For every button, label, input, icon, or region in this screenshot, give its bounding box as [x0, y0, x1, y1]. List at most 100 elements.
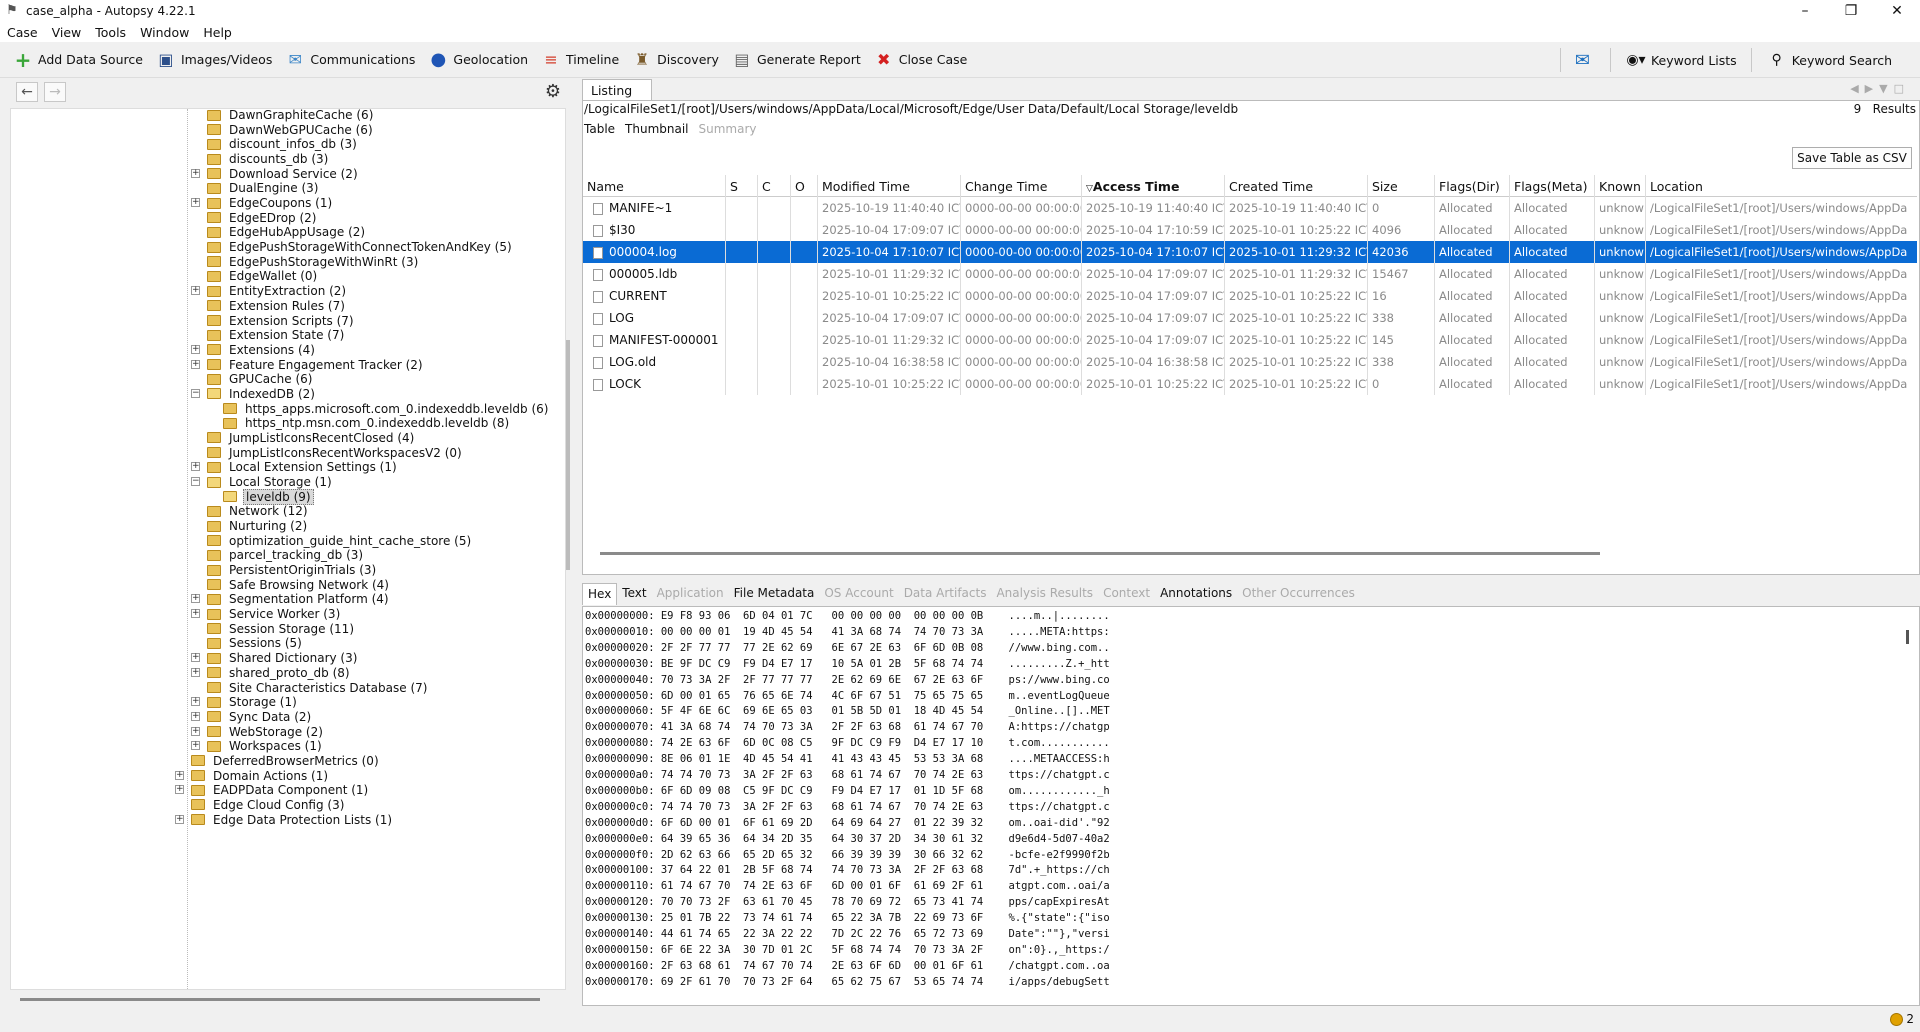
column-header-label: Known: [1599, 179, 1641, 194]
table-row[interactable]: MANIFEST-000001 2025-10-01 11:29:32 ICT 00…: [583, 329, 1917, 351]
keyword-lists-button[interactable]: ◉▾ Keyword Lists: [1625, 49, 1736, 71]
expand-icon[interactable]: +: [191, 359, 200, 369]
collapse-icon[interactable]: −: [191, 477, 200, 486]
subtab-table[interactable]: Table: [584, 122, 615, 136]
column-header[interactable]: ▽Access Time: [1082, 175, 1225, 197]
expand-icon[interactable]: +: [175, 814, 184, 824]
expand-icon[interactable]: +: [191, 462, 200, 472]
menu-view[interactable]: View: [45, 25, 89, 40]
folder-icon: [207, 535, 221, 547]
table-row[interactable]: MANIFE~1 2025-10-19 11:40:40 ICT 0000-00-0…: [583, 197, 1917, 219]
cell-text: 2025-10-01 10:25:22 ICT: [1229, 333, 1368, 347]
expand-icon[interactable]: +: [191, 653, 200, 663]
tab-file-metadata[interactable]: File Metadata: [729, 583, 820, 605]
listing-nav-icons[interactable]: ◀▶▼□: [1850, 82, 1910, 95]
cell-text: /LogicalFileSet1/[root]/Users/windows/Ap…: [1650, 223, 1908, 237]
column-header[interactable]: O: [791, 175, 818, 197]
gear-icon[interactable]: ⚙: [542, 81, 564, 103]
column-header[interactable]: Change Time: [961, 175, 1082, 197]
cell-text: 2025-10-04 17:10:07 ICT: [822, 245, 961, 259]
table-row[interactable]: CURRENT 2025-10-01 10:25:22 ICT 0000-00-00…: [583, 285, 1917, 307]
expand-icon[interactable]: +: [191, 609, 200, 619]
cell-text: unknown: [1599, 267, 1645, 281]
table-row[interactable]: LOG 2025-10-04 17:09:07 ICT 0000-00-00 00:…: [583, 307, 1917, 329]
table-cell: LOG.old: [583, 351, 726, 373]
subtab-thumbnail[interactable]: Thumbnail: [625, 122, 688, 136]
close-case-button[interactable]: ✖ Close Case: [873, 49, 967, 71]
table-row[interactable]: 000005.ldb 2025-10-01 11:29:32 ICT 0000-00…: [583, 263, 1917, 285]
column-header[interactable]: Size: [1368, 175, 1435, 197]
column-header[interactable]: S: [726, 175, 758, 197]
expand-icon[interactable]: +: [191, 198, 200, 208]
collapse-icon[interactable]: −: [191, 388, 200, 398]
expand-icon[interactable]: +: [175, 770, 184, 780]
table-row[interactable]: 000004.log 2025-10-04 17:10:07 ICT 0000-00…: [583, 241, 1917, 263]
generate-report-button[interactable]: ▤ Generate Report: [731, 49, 860, 71]
directory-tree[interactable]: DawnGraphiteCache (6) DawnWebGPUCache (6)…: [10, 108, 566, 990]
column-header[interactable]: Created Time: [1225, 175, 1368, 197]
expand-icon[interactable]: +: [191, 286, 200, 296]
expand-icon[interactable]: +: [191, 594, 200, 604]
minimize-icon[interactable]: –: [1782, 0, 1828, 22]
save-csv-button[interactable]: Save Table as CSV: [1792, 147, 1912, 169]
menu-window[interactable]: Window: [133, 25, 196, 40]
window-controls: – ❐ ✕: [1782, 0, 1920, 22]
images-videos-button[interactable]: ▣ Images/Videos: [155, 49, 272, 71]
cell-text: 0: [1372, 377, 1380, 391]
maximize-icon[interactable]: ❐: [1828, 0, 1874, 22]
table-cell: [791, 351, 818, 373]
table-cell: [758, 329, 791, 351]
table-row[interactable]: LOCK 2025-10-01 10:25:22 ICT 0000-00-00 00…: [583, 373, 1917, 395]
forward-button[interactable]: →: [44, 82, 66, 102]
expand-icon[interactable]: +: [175, 785, 184, 795]
add-data-source-button[interactable]: + Add Data Source: [12, 48, 143, 72]
expand-icon[interactable]: +: [191, 741, 200, 751]
folder-icon: [207, 696, 221, 708]
mail-icon[interactable]: ✉: [1575, 50, 1590, 71]
tree-item[interactable]: + Edge Data Protection Lists (1): [175, 811, 394, 829]
hex-scrollbar[interactable]: [1906, 630, 1909, 644]
tab-listing[interactable]: Listing: [582, 79, 652, 101]
menu-case[interactable]: Case: [0, 25, 45, 40]
expand-icon[interactable]: +: [191, 726, 200, 736]
timeline-button[interactable]: ≡ Timeline: [540, 49, 619, 71]
expand-icon[interactable]: +: [191, 711, 200, 721]
cell-text: MANIFE~1: [609, 201, 673, 215]
column-header[interactable]: Modified Time: [818, 175, 961, 197]
column-header[interactable]: Location: [1646, 175, 1920, 197]
tab-annotations[interactable]: Annotations: [1155, 583, 1237, 605]
keyword-search-button[interactable]: ⚲ Keyword Search: [1766, 49, 1892, 71]
cell-text: LOG.old: [609, 355, 657, 369]
tab-text[interactable]: Text: [617, 583, 651, 605]
close-icon[interactable]: ✕: [1874, 0, 1920, 22]
column-header[interactable]: Name: [583, 175, 726, 197]
table-row[interactable]: $I30 2025-10-04 17:09:07 ICT 0000-00-00 00…: [583, 219, 1917, 241]
table-horizontal-scrollbar[interactable]: [600, 552, 1600, 555]
back-button[interactable]: ←: [16, 82, 38, 102]
expand-icon[interactable]: +: [191, 168, 200, 178]
notification-button[interactable]: 2: [1890, 1012, 1914, 1026]
geolocation-button[interactable]: ● Geolocation: [427, 49, 528, 71]
communications-button[interactable]: ✉ Communications: [284, 49, 416, 71]
hex-line: 0x000000f0: 2D 62 63 66 65 2D 65 32 66 3…: [585, 848, 1110, 861]
table-row[interactable]: LOG.old 2025-10-04 16:38:58 ICT 0000-00-00…: [583, 351, 1917, 373]
expand-icon[interactable]: +: [191, 697, 200, 707]
expand-icon[interactable]: +: [191, 344, 200, 354]
tree-horizontal-scrollbar[interactable]: [20, 998, 540, 1001]
menu-help[interactable]: Help: [196, 25, 239, 40]
column-header[interactable]: Flags(Dir): [1435, 175, 1510, 197]
expand-icon[interactable]: +: [191, 667, 200, 677]
tree-scrollbar[interactable]: [566, 340, 570, 570]
discovery-button[interactable]: ♜ Discovery: [631, 49, 719, 71]
cell-text: unknown: [1599, 201, 1645, 215]
folder-icon: [207, 432, 221, 444]
cell-text: 2025-10-19 11:40:40 ICT: [1229, 201, 1368, 215]
menu-tools[interactable]: Tools: [88, 25, 133, 40]
column-header[interactable]: Flags(Meta): [1510, 175, 1595, 197]
tab-hex[interactable]: Hex: [582, 583, 618, 605]
title-bar: ⚑ case_alpha - Autopsy 4.22.1 – ❐ ✕: [0, 0, 1920, 22]
folder-icon: [207, 182, 221, 194]
table-cell: [726, 351, 758, 373]
column-header[interactable]: Known: [1595, 175, 1646, 197]
column-header[interactable]: C: [758, 175, 791, 197]
